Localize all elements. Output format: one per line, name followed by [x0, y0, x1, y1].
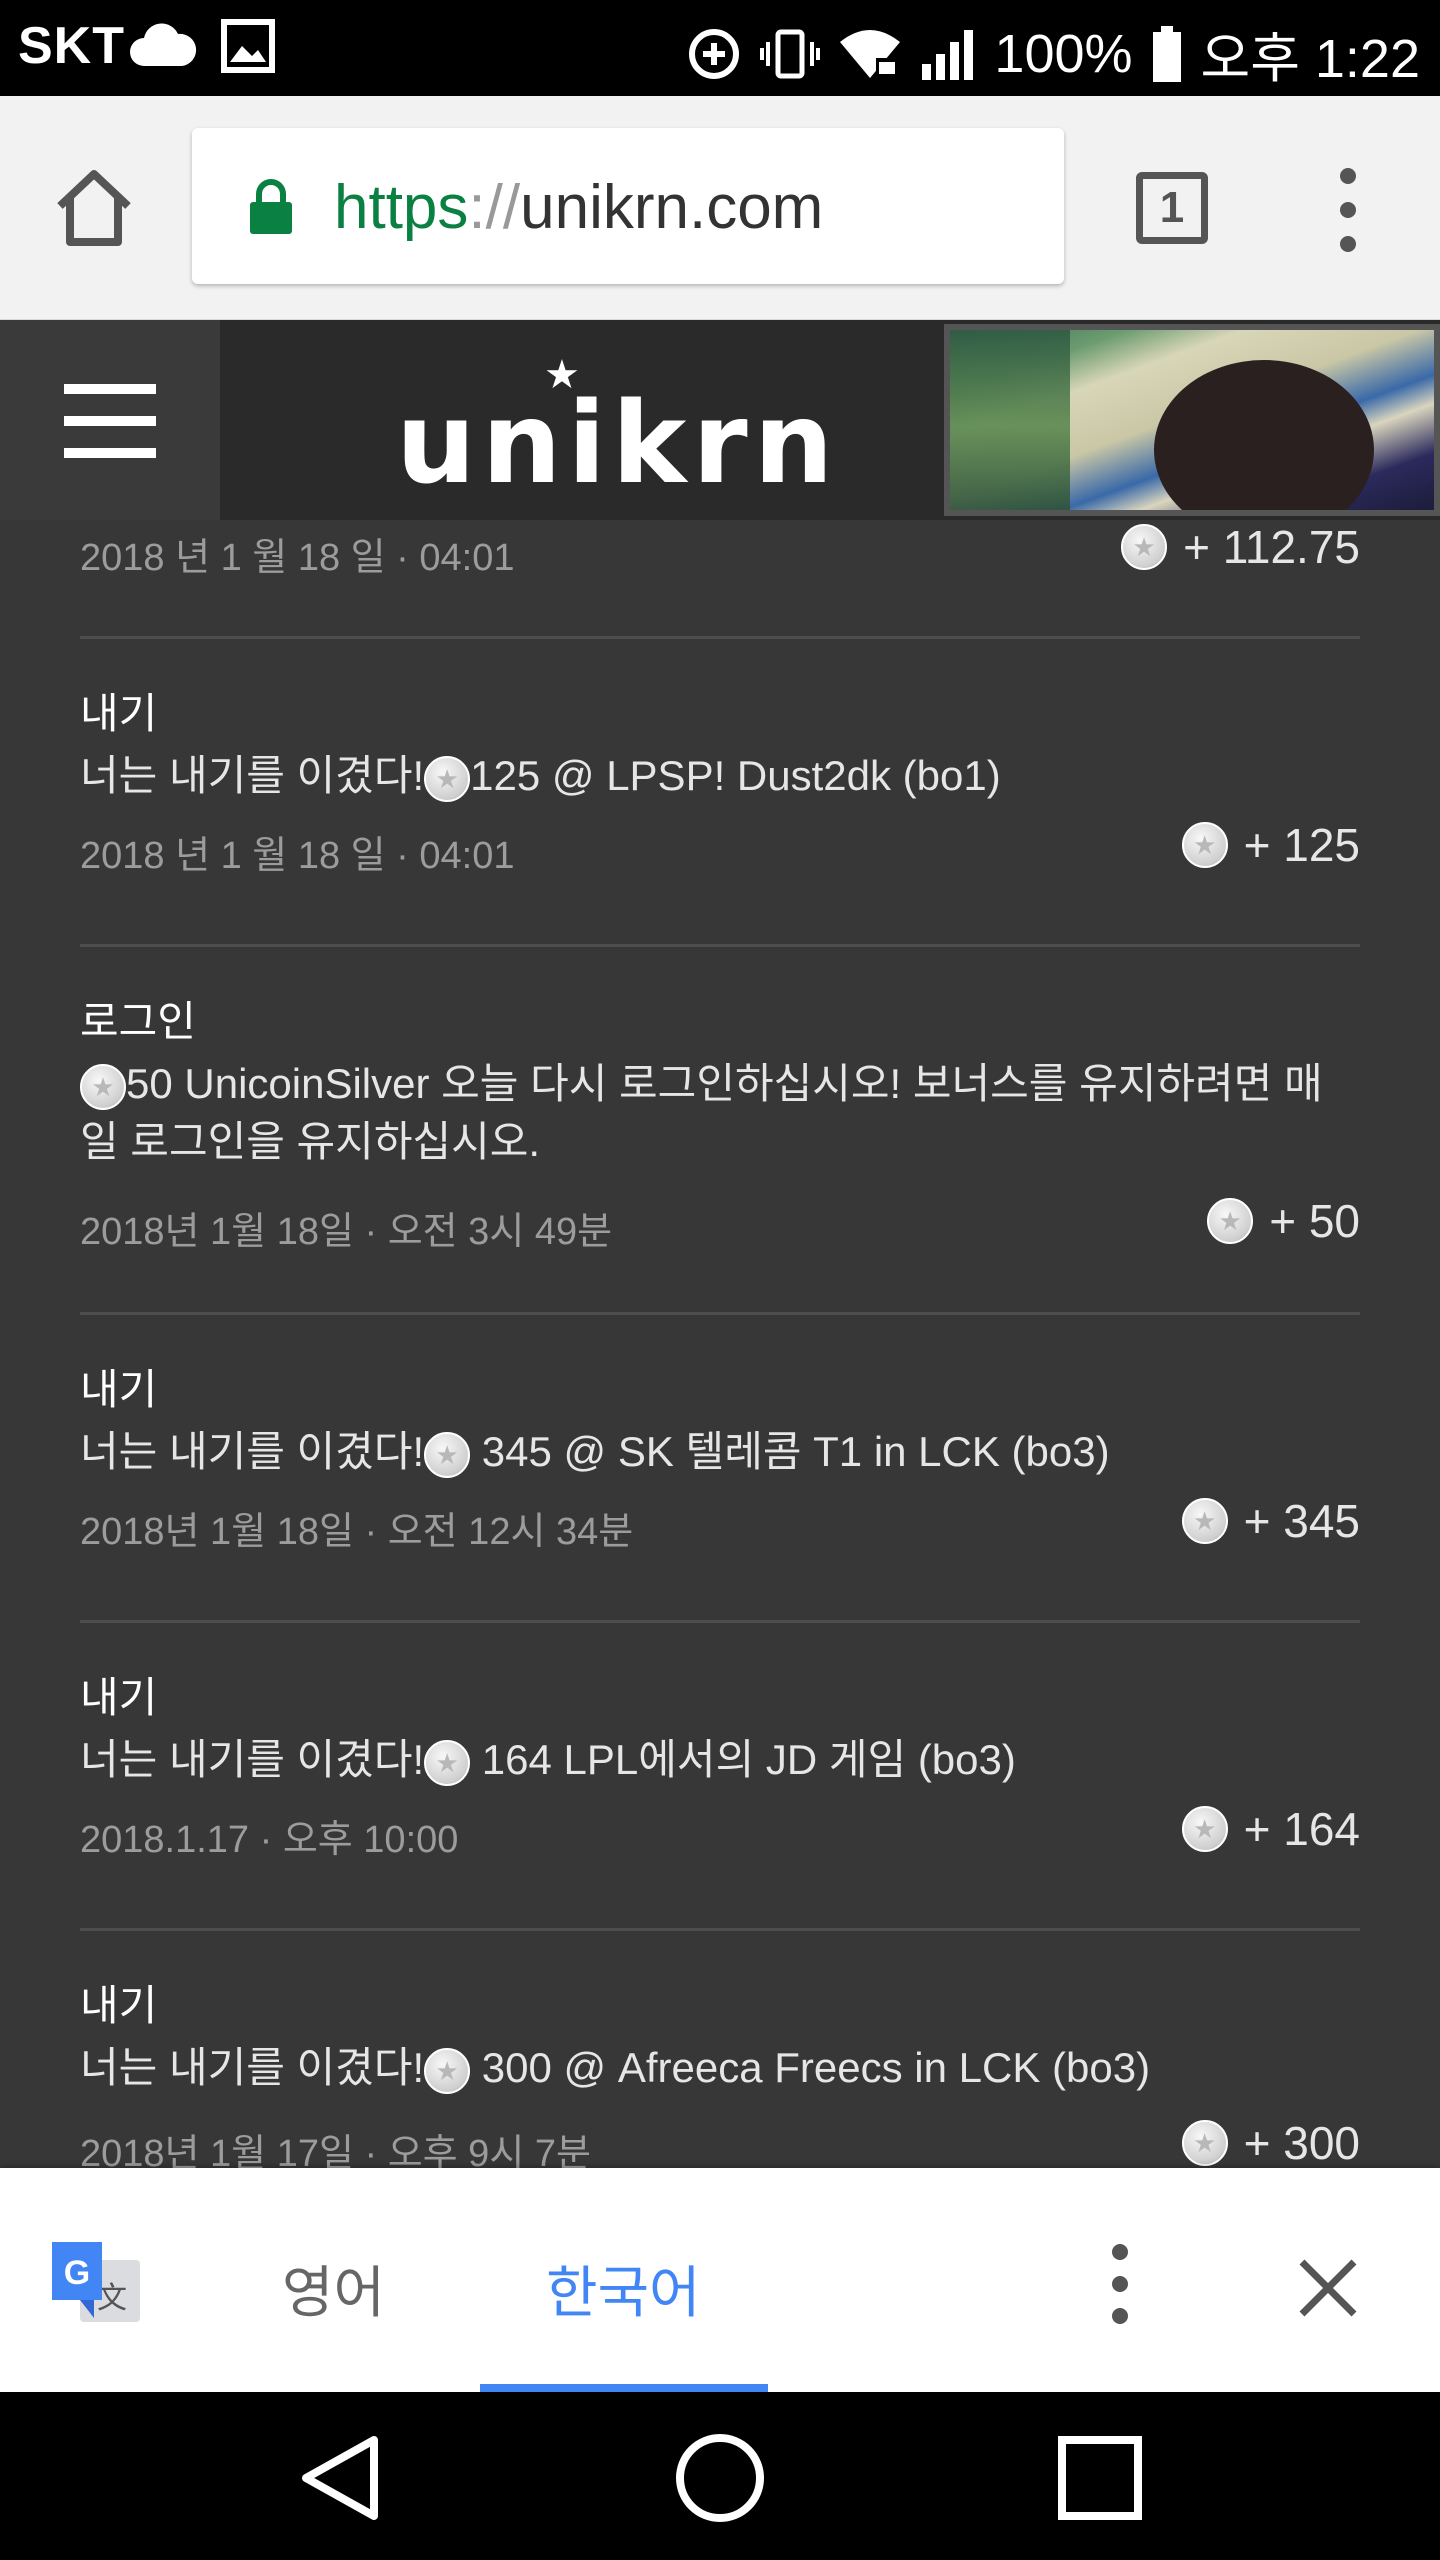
- carrier-label: SKT: [18, 17, 125, 75]
- vibrate-icon: [760, 29, 821, 78]
- url-scheme: https: [334, 173, 469, 242]
- site-header: ★ unikrn: [0, 320, 1440, 520]
- entry-amount: + 300: [1181, 2116, 1360, 2168]
- coin-icon: [1121, 524, 1168, 570]
- entry-desc: 너는 내기를 이겼다! 300 @ Afreeca Freecs in LCK …: [80, 2039, 1360, 2097]
- home-circle-icon[interactable]: [672, 2430, 768, 2526]
- entry-type: 내기: [80, 690, 158, 737]
- coin-icon: [1181, 1498, 1228, 1544]
- coin-icon: [1207, 1198, 1254, 1244]
- transaction-feed[interactable]: 2018 년 1 월 18 일 · 04:01 + 112.75 내기 너는 내…: [0, 520, 1440, 2168]
- lock-icon: [250, 179, 292, 234]
- notification-icons: [126, 18, 276, 74]
- entry-date: 2018 년 1 월 18 일 · 04:01: [80, 835, 515, 877]
- logo-text: unikrn: [396, 379, 840, 509]
- entry-type: 내기: [80, 1366, 158, 1413]
- entry-type: 로그인: [80, 998, 196, 1045]
- coin-icon: [1181, 1806, 1228, 1852]
- battery-percent: 100%: [994, 23, 1133, 84]
- entry-desc: 너는 내기를 이겼다! 164 LPL에서의 JD 게임 (bo3): [80, 1731, 1360, 1789]
- hamburger-menu-icon[interactable]: [0, 320, 220, 520]
- signal-icon: [922, 29, 974, 80]
- entry-desc: 너는 내기를 이겼다! 345 @ SK 텔레콤 T1 in LCK (bo3): [80, 1423, 1360, 1481]
- url-separator: ://: [468, 173, 521, 242]
- site-logo[interactable]: ★ unikrn: [396, 353, 833, 500]
- google-translate-icon: 文 G: [52, 2242, 140, 2322]
- source-language-tab[interactable]: 영어: [282, 2248, 385, 2329]
- home-icon[interactable]: [52, 166, 136, 250]
- target-language-tab[interactable]: 한국어: [546, 2248, 701, 2329]
- selected-tab-indicator: [480, 2384, 768, 2392]
- url-host: unikrn.com: [520, 173, 824, 242]
- coin-icon: [424, 755, 471, 802]
- entry-amount: + 112.75: [1121, 520, 1360, 574]
- wifi-locked-icon: [840, 29, 901, 78]
- coin-icon: [1181, 822, 1228, 868]
- cloud-icon: [130, 23, 197, 66]
- entry-date: 2018 년 1 월 18 일 · 04:01: [80, 537, 515, 579]
- entry-amount: + 125: [1181, 818, 1360, 872]
- list-item: 내기 너는 내기를 이겼다!125 @ LPSP! Dust2dk (bo1) …: [80, 680, 1360, 880]
- divider: [80, 944, 1360, 947]
- entry-desc: 50 UnicoinSilver 오늘 다시 로그인하십시오! 보너스를 유지하…: [80, 1055, 1360, 1171]
- system-nav-bar: [0, 2392, 1440, 2560]
- coin-icon: [424, 2047, 471, 2094]
- divider: [80, 1312, 1360, 1315]
- address-bar[interactable]: https://unikrn.com: [192, 128, 1064, 284]
- list-item: 내기 너는 내기를 이겼다! 345 @ SK 텔레콤 T1 in LCK (b…: [80, 1356, 1360, 1556]
- entry-amount: + 164: [1181, 1802, 1360, 1856]
- image-icon: [221, 19, 275, 73]
- translate-bar: 文 G 영어 한국어: [0, 2168, 1440, 2392]
- browser-toolbar: https://unikrn.com 1: [0, 96, 1440, 320]
- entry-type: 내기: [80, 1982, 158, 2029]
- list-item: 로그인 50 UnicoinSilver 오늘 다시 로그인하십시오! 보너스를…: [80, 988, 1360, 1268]
- entry-amount: + 345: [1181, 1494, 1360, 1548]
- recents-icon[interactable]: [1052, 2430, 1148, 2526]
- data-saver-icon: [689, 28, 740, 79]
- divider: [80, 1620, 1360, 1623]
- entry-desc: 너는 내기를 이겼다!125 @ LPSP! Dust2dk (bo1): [80, 747, 1360, 805]
- entry-amount: + 50: [1207, 1194, 1360, 1248]
- status-bar: SKT 100% 오후 1:22: [0, 0, 1440, 96]
- coin-icon: [424, 1431, 471, 1478]
- coin-icon: [1181, 2120, 1228, 2166]
- entry-date: 2018년 1월 18일 · 오전 12시 34분: [80, 1511, 634, 1553]
- overflow-menu-icon[interactable]: [1102, 2244, 1138, 2324]
- overflow-menu-icon[interactable]: [1320, 168, 1376, 252]
- list-item: 내기 너는 내기를 이겼다! 300 @ Afreeca Freecs in L…: [80, 1972, 1360, 2168]
- entry-date: 2018년 1월 18일 · 오전 3시 49분: [80, 1211, 613, 1253]
- system-status: 100% 오후 1:22: [686, 14, 1420, 93]
- battery-icon: [1152, 25, 1181, 82]
- url-text: https://unikrn.com: [334, 172, 823, 243]
- svg-text:G: G: [64, 2254, 90, 2292]
- tab-count: 1: [1159, 183, 1185, 232]
- list-item: 2018 년 1 월 18 일 · 04:01 + 112.75: [80, 520, 1360, 620]
- coin-icon: [80, 1063, 126, 1110]
- entry-date: 2018년 1월 17일 · 오후 9시 7분: [80, 2133, 591, 2168]
- entry-date: 2018.1.17 · 오후 10:00: [80, 1819, 459, 1861]
- ad-thumbnail[interactable]: [944, 324, 1440, 516]
- close-icon[interactable]: [1292, 2252, 1364, 2324]
- list-item: 내기 너는 내기를 이겼다! 164 LPL에서의 JD 게임 (bo3) 20…: [80, 1664, 1360, 1864]
- divider: [80, 1928, 1360, 1931]
- divider: [80, 636, 1360, 639]
- coin-icon: [424, 1739, 471, 1786]
- clock: 오후 1:22: [1200, 29, 1420, 89]
- entry-type: 내기: [80, 1674, 158, 1721]
- back-icon[interactable]: [294, 2430, 390, 2526]
- tab-switcher-button[interactable]: 1: [1136, 172, 1208, 244]
